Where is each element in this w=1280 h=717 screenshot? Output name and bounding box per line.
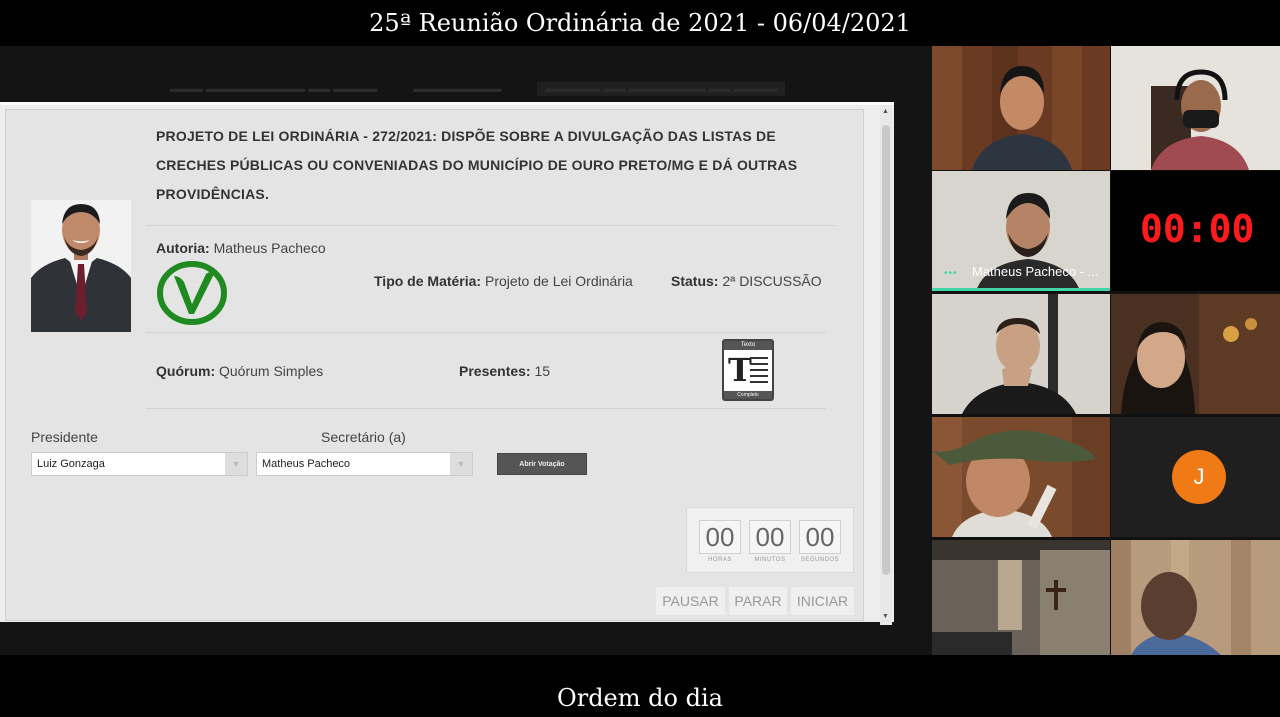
secretario-label: Secretário (a) (321, 429, 406, 445)
meeting-title: 25ª Reunião Ordinária de 2021 - 06/04/20… (0, 0, 1280, 46)
chevron-down-icon: ▼ (225, 453, 247, 475)
video-tile[interactable] (932, 294, 1110, 414)
scroll-down-icon[interactable]: ▼ (882, 613, 889, 620)
stop-button[interactable]: PARAR (729, 587, 787, 615)
countdown-timer: 00 00 00 HORAS MINUTOS SEGUNDOS (686, 507, 854, 573)
session-clock: 00:00 (1140, 207, 1255, 251)
video-tile[interactable] (1111, 46, 1280, 170)
quorum: Quórum: Quórum Simples (156, 363, 324, 379)
speaker-indicator-icon: ••• (944, 268, 958, 279)
pause-button[interactable]: PAUSAR (656, 587, 725, 615)
meeting-caption: Ordem do dia (0, 655, 1280, 717)
video-tile[interactable] (932, 417, 1110, 537)
timer-seconds: 00 (799, 520, 841, 554)
start-button[interactable]: INICIAR (791, 587, 854, 615)
scroll-thumb[interactable] (882, 125, 890, 575)
abrir-votacao-button[interactable]: Abrir Votação (497, 453, 587, 475)
shared-screen: ▬▬▬ ▬▬▬▬▬▬▬▬▬ ▬▬ ▬▬▬▬ ▬▬▬▬▬▬▬▬ ▬▬▬▬▬ ▬▬ ▬▬… (0, 46, 932, 655)
video-gallery (932, 46, 1280, 655)
video-tile[interactable] (932, 540, 1110, 655)
materia-window: PROJETO DE LEI ORDINÁRIA - 272/2021: DIS… (0, 102, 894, 625)
scroll-up-icon[interactable]: ▲ (882, 108, 889, 115)
presidente-select[interactable]: Luiz Gonzaga ▼ (31, 452, 248, 476)
active-speaker-name: Matheus Pacheco - ... (972, 264, 1099, 279)
author-photo (31, 200, 131, 332)
chevron-down-icon: ▼ (450, 453, 472, 475)
background-menu: ▬▬▬ ▬▬▬▬▬▬▬▬▬ ▬▬ ▬▬▬▬ ▬▬▬▬▬▬▬▬ ▬▬▬▬▬ ▬▬ ▬▬… (170, 82, 821, 96)
scrollbar[interactable]: ▲ ▼ (880, 105, 892, 625)
approved-check-icon (156, 260, 228, 326)
video-tile[interactable] (1111, 540, 1280, 655)
participant-avatar[interactable]: J (1172, 450, 1226, 504)
secretario-select[interactable]: Matheus Pacheco ▼ (256, 452, 473, 476)
autoria: Autoria: Matheus Pacheco (156, 240, 326, 256)
status: Status: 2ª DISCUSSÃO (671, 273, 822, 289)
presidente-label: Presidente (31, 429, 98, 445)
video-tile[interactable] (932, 46, 1110, 170)
texto-completo-icon[interactable]: Texto T Completo (722, 339, 774, 401)
timer-hours: 00 (699, 520, 741, 554)
presentes: Presentes: 15 (459, 363, 551, 379)
materia-panel: PROJETO DE LEI ORDINÁRIA - 272/2021: DIS… (5, 109, 864, 621)
tipo-materia: Tipo de Matéria: Projeto de Lei Ordinári… (374, 273, 633, 289)
materia-headline: PROJETO DE LEI ORDINÁRIA - 272/2021: DIS… (156, 128, 798, 202)
timer-minutes: 00 (749, 520, 791, 554)
video-tile[interactable] (1111, 294, 1280, 414)
